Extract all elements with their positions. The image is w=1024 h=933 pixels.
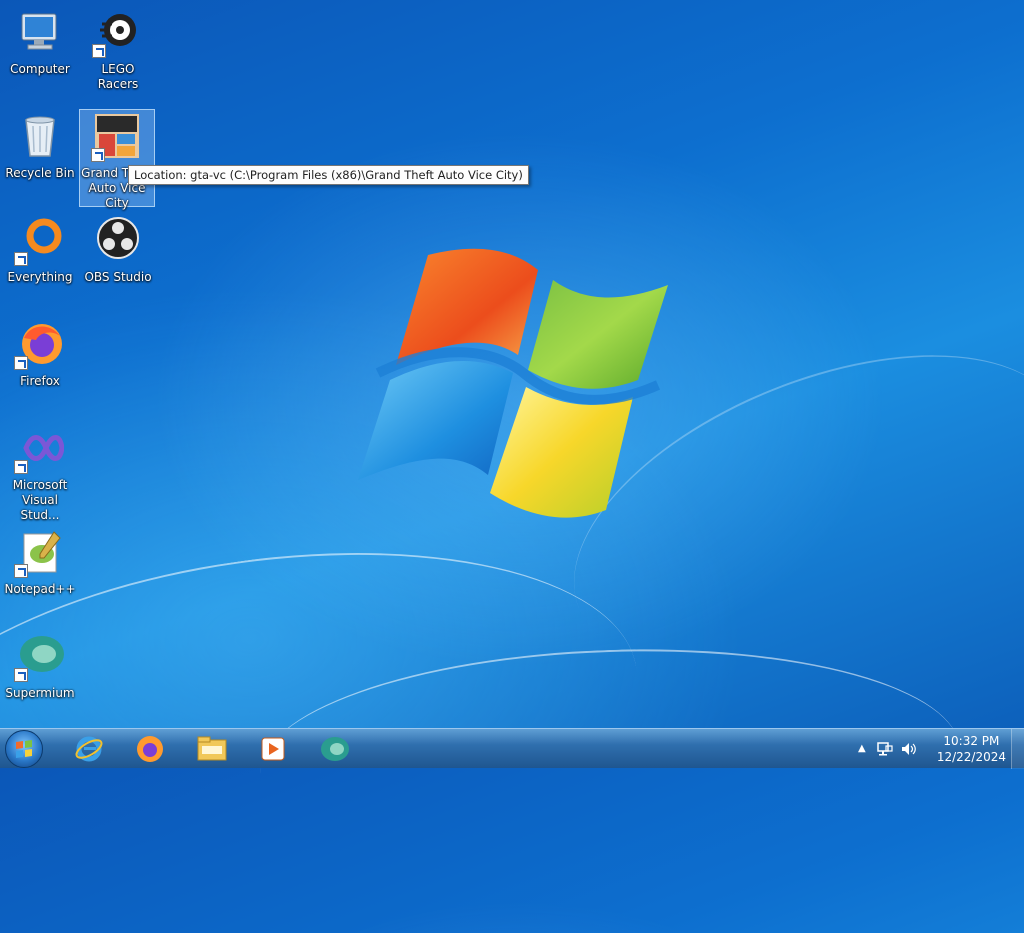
show-hidden-icons-chevron-icon[interactable]: ▲ bbox=[858, 743, 866, 754]
start-button[interactable] bbox=[5, 730, 43, 768]
desktop-icon-gta-vice-city[interactable]: Grand Theft Auto Vice City bbox=[79, 109, 155, 210]
computer-icon bbox=[16, 8, 64, 56]
desktop-icon-obs-studio[interactable]: OBS Studio bbox=[80, 214, 156, 312]
desktop-icon-label: Supermium bbox=[5, 686, 75, 700]
recycle-bin-icon bbox=[16, 112, 64, 160]
show-desktop-button[interactable] bbox=[1011, 729, 1024, 769]
system-tray: ▲ 10:32 PM 12/22/2024 bbox=[854, 729, 1024, 769]
desktop-icon-label: Notepad++ bbox=[4, 582, 76, 596]
desktop-icon-label: LEGO Racers bbox=[97, 62, 139, 91]
lego-racers-icon bbox=[92, 8, 142, 58]
desktop-icon-label: Firefox bbox=[20, 374, 60, 388]
desktop-icon-computer[interactable]: Computer bbox=[2, 6, 78, 104]
volume-icon[interactable] bbox=[900, 741, 918, 757]
wallpaper-streak bbox=[0, 508, 659, 933]
desktop-icon-lego-racers[interactable]: LEGO Racers bbox=[80, 6, 156, 104]
obs-studio-icon bbox=[94, 216, 142, 264]
supermium-icon bbox=[321, 737, 349, 761]
desktop-icon-label: Microsoft Visual Stud... bbox=[12, 478, 68, 522]
desktop-icon-label: Computer bbox=[10, 62, 70, 76]
taskbar-firefox[interactable] bbox=[125, 732, 175, 766]
taskbar: ▲ 10:32 PM 12/22/2024 bbox=[0, 728, 1024, 769]
gta-vice-city-icon bbox=[91, 112, 141, 162]
taskbar-media-player[interactable] bbox=[248, 732, 298, 766]
everything-search-icon bbox=[14, 216, 64, 266]
supermium-icon bbox=[14, 632, 64, 682]
internet-explorer-icon bbox=[75, 736, 103, 762]
firefox-icon bbox=[137, 736, 163, 762]
desktop-icon-firefox[interactable]: Firefox bbox=[2, 318, 78, 416]
taskbar-supermium[interactable] bbox=[310, 732, 360, 766]
desktop-icon-label: Recycle Bin bbox=[5, 166, 75, 180]
desktop[interactable]: Computer LEGO Racers Recycle Bin Grand T… bbox=[0, 0, 1024, 933]
taskbar-internet-explorer[interactable] bbox=[64, 732, 114, 766]
clock-date: 12/22/2024 bbox=[936, 750, 1006, 764]
shortcut-arrow-icon bbox=[14, 252, 28, 266]
shortcut-arrow-icon bbox=[91, 148, 105, 162]
shortcut-arrow-icon bbox=[92, 44, 106, 58]
network-icon[interactable] bbox=[876, 741, 894, 757]
shortcut-arrow-icon bbox=[14, 564, 28, 578]
shortcut-arrow-icon bbox=[14, 460, 28, 474]
desktop-icon-everything[interactable]: Everything bbox=[2, 214, 78, 312]
desktop-icon-recycle-bin[interactable]: Recycle Bin bbox=[2, 110, 78, 208]
desktop-icon-supermium[interactable]: Supermium bbox=[2, 630, 78, 728]
notepad-plus-plus-icon bbox=[14, 528, 64, 578]
clock-time: 10:32 PM bbox=[943, 734, 1000, 748]
shortcut-arrow-icon bbox=[14, 356, 28, 370]
icon-tooltip: Location: gta-vc (C:\Program Files (x86)… bbox=[128, 165, 529, 185]
firefox-icon bbox=[14, 320, 64, 370]
windows-flag-icon bbox=[16, 740, 32, 758]
taskbar-clock[interactable]: 10:32 PM 12/22/2024 bbox=[937, 733, 1006, 765]
desktop-icon-label: OBS Studio bbox=[84, 270, 152, 284]
desktop-icon-visual-studio[interactable]: Microsoft Visual Stud... bbox=[2, 422, 78, 522]
visual-studio-icon bbox=[14, 424, 65, 474]
desktop-icon-label: Everything bbox=[7, 270, 73, 284]
desktop-icon-notepad-plus-plus[interactable]: Notepad++ bbox=[2, 526, 78, 624]
taskbar-file-explorer[interactable] bbox=[187, 732, 237, 766]
shortcut-arrow-icon bbox=[14, 668, 28, 682]
windows-logo bbox=[358, 248, 668, 518]
file-explorer-icon bbox=[197, 736, 227, 761]
media-player-icon bbox=[261, 737, 285, 761]
